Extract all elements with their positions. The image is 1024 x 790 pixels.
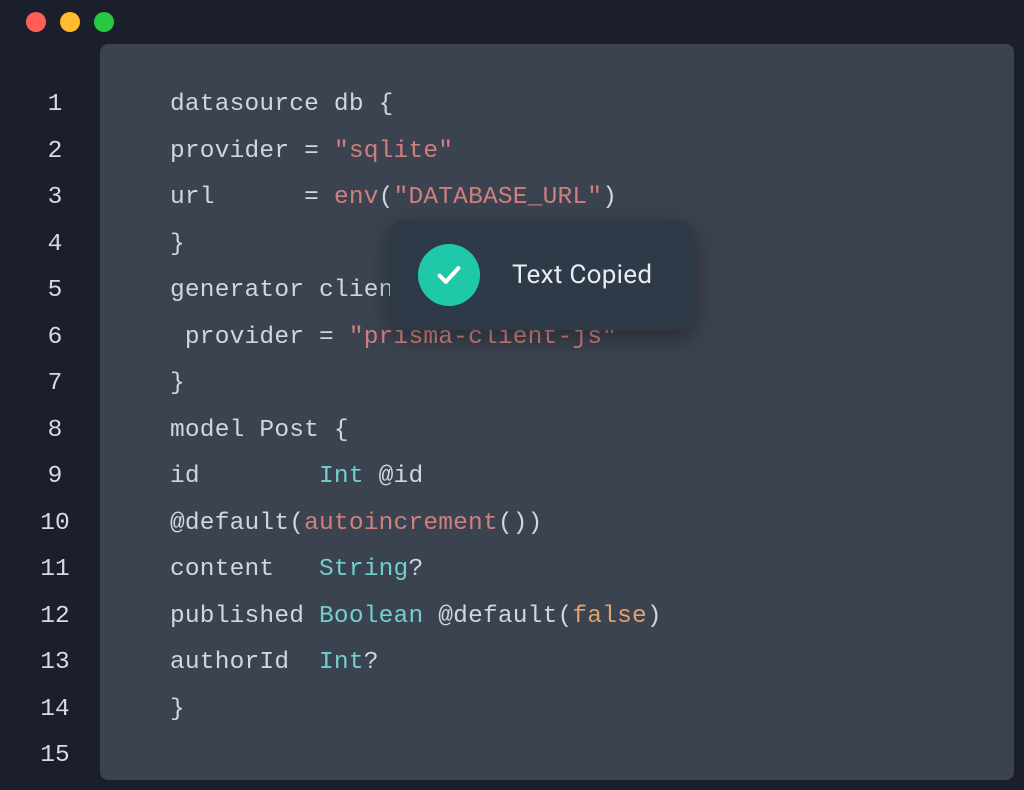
code-token: } <box>170 696 185 723</box>
code-token: autoincrement <box>304 510 498 537</box>
code-token: String <box>319 556 408 583</box>
code-line[interactable]: } <box>170 687 994 734</box>
close-icon[interactable] <box>26 12 46 32</box>
code-token: "sqlite" <box>334 138 453 165</box>
code-line[interactable]: provider = "sqlite" <box>170 129 994 176</box>
code-token: "DATABASE_URL" <box>394 184 603 211</box>
code-line[interactable]: } <box>170 361 994 408</box>
line-number: 12 <box>10 594 100 641</box>
code-token: Int <box>319 649 364 676</box>
code-line[interactable]: model Post { <box>170 408 994 455</box>
copy-toast: Text Copied <box>390 220 694 330</box>
line-number: 3 <box>10 175 100 222</box>
code-token: content <box>170 556 319 583</box>
code-token: url = <box>170 184 334 211</box>
zoom-icon[interactable] <box>94 12 114 32</box>
line-number: 15 <box>10 733 100 780</box>
code-token: ()) <box>498 510 543 537</box>
code-token: model Post { <box>170 417 349 444</box>
editor-window: 123456789101112131415 datasource db {pro… <box>0 0 1024 780</box>
code-surface[interactable]: datasource db {provider = "sqlite"url = … <box>100 44 1014 780</box>
code-token: } <box>170 370 185 397</box>
code-line[interactable]: @default(autoincrement()) <box>170 501 994 548</box>
line-number: 14 <box>10 687 100 734</box>
toast-message: Text Copied <box>512 260 652 290</box>
code-token: } <box>170 231 185 258</box>
line-number: 9 <box>10 454 100 501</box>
line-number: 7 <box>10 361 100 408</box>
line-number: 11 <box>10 547 100 594</box>
code-token: @default( <box>170 510 304 537</box>
code-token: ) <box>647 603 662 630</box>
code-line[interactable]: id Int @id <box>170 454 994 501</box>
code-token: Int <box>319 463 364 490</box>
editor-body: 123456789101112131415 datasource db {pro… <box>0 44 1024 790</box>
code-token: published <box>170 603 319 630</box>
line-number: 1 <box>10 82 100 129</box>
line-number: 2 <box>10 129 100 176</box>
code-token: id <box>170 463 319 490</box>
code-token: provider = <box>170 324 349 351</box>
code-line[interactable]: authorId Int? <box>170 640 994 687</box>
code-token: false <box>572 603 647 630</box>
titlebar <box>0 0 1024 44</box>
line-number: 6 <box>10 315 100 362</box>
code-token: provider = <box>170 138 334 165</box>
code-token: @default( <box>423 603 572 630</box>
code-token: ( <box>379 184 394 211</box>
code-token: Boolean <box>319 603 423 630</box>
code-line[interactable]: datasource db { <box>170 82 994 129</box>
line-number: 4 <box>10 222 100 269</box>
code-token: authorId <box>170 649 319 676</box>
code-token: ) <box>602 184 617 211</box>
line-number: 5 <box>10 268 100 315</box>
code-token: env <box>334 184 379 211</box>
code-token: ? <box>364 649 379 676</box>
line-number: 13 <box>10 640 100 687</box>
line-number: 10 <box>10 501 100 548</box>
code-token: ? <box>408 556 423 583</box>
line-number-gutter: 123456789101112131415 <box>10 44 100 780</box>
code-line[interactable]: content String? <box>170 547 994 594</box>
line-number: 8 <box>10 408 100 455</box>
code-token: @id <box>364 463 424 490</box>
code-line[interactable]: published Boolean @default(false) <box>170 594 994 641</box>
minimize-icon[interactable] <box>60 12 80 32</box>
check-icon <box>418 244 480 306</box>
code-line[interactable]: url = env("DATABASE_URL") <box>170 175 994 222</box>
code-token: datasource db { <box>170 91 394 118</box>
